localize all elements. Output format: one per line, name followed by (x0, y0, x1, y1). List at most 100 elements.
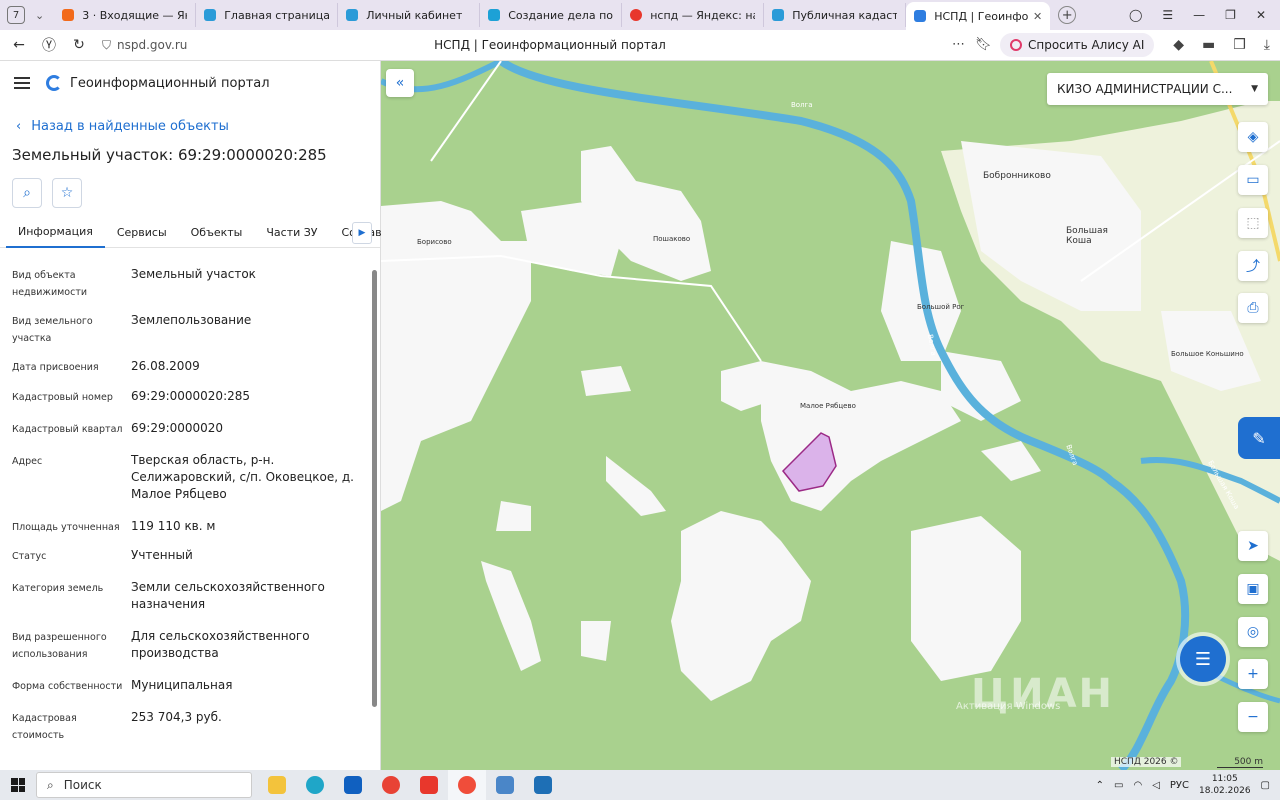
window-controls: ◯ ☰ — ❐ ✕ (1129, 0, 1280, 30)
wifi-icon[interactable]: ◠ (1133, 780, 1142, 791)
close-window-icon[interactable]: ✕ (1256, 8, 1266, 22)
nspd-icon (914, 10, 927, 22)
tabs-scroll-right-button[interactable]: ▶ (352, 222, 372, 244)
store-app[interactable] (524, 770, 562, 800)
action-buttons: ⌕ ☆ (12, 178, 380, 208)
alisa-icon (1010, 39, 1022, 51)
tab-objects[interactable]: Объекты (179, 218, 255, 248)
property-row: Площадь уточненная 119 110 кв. м (12, 519, 216, 533)
panel-tabs: Информация Сервисы Объекты Части ЗУ Сост… (0, 218, 382, 248)
browser-tab-active[interactable]: НСПД | Геоинформа✕ (906, 2, 1051, 30)
clock[interactable]: 11:05 18.02.2026 (1199, 773, 1251, 797)
notes-icon (496, 776, 514, 794)
chrome-app[interactable] (372, 770, 410, 800)
locate-on-map-button[interactable]: ⌕ (12, 178, 42, 208)
app-name: Геоинформационный портал (70, 75, 270, 91)
property-row: Вид разрешенного использования Для сельск… (12, 629, 310, 660)
tab-information[interactable]: Информация (6, 218, 105, 248)
map-view[interactable]: « КИЗО АДМИНИСТРАЦИИ С... ▼ ◈ ▭ ⬚ ⤴ ⎙ ✎ ➤… (381, 61, 1280, 770)
panel-header: Геоинформационный портал (0, 61, 380, 105)
tab-count-button[interactable]: 7 (7, 6, 25, 24)
browser-tab-bar: 7 ⌄ 3 · Входящие — Яндекс Главная страни… (0, 0, 1280, 30)
browser-tab[interactable]: Главная страница (196, 3, 339, 27)
new-tab-button[interactable]: + (1058, 6, 1077, 24)
start-button[interactable] (0, 778, 36, 792)
ask-alisa-button[interactable]: Спросить Алису AI (1000, 33, 1155, 57)
collections-icon[interactable]: ❒ (1233, 37, 1246, 53)
notes-app[interactable] (486, 770, 524, 800)
layers-button[interactable]: ◈ (1238, 122, 1268, 152)
panel-scrollbar[interactable] (370, 258, 378, 770)
print-icon: ⎙ (1247, 300, 1259, 316)
extensions: ◆ ▬ ❒ ⤓ (1173, 37, 1270, 53)
collapse-panel-button[interactable]: « (386, 69, 414, 97)
browser-tab[interactable]: Публичная кадастровая (764, 3, 907, 27)
chat-button[interactable]: ☰ (1180, 636, 1226, 682)
browser-tab[interactable]: нспд — Яндекс: нашлось (622, 3, 765, 27)
file-explorer-app[interactable] (258, 770, 296, 800)
navigation-arrow-icon: ➤ (1247, 538, 1259, 554)
page-title: НСПД | Геоинформационный портал (434, 38, 666, 52)
yandex-icon (630, 9, 643, 21)
hat-icon[interactable]: ▬ (1202, 37, 1215, 53)
yandex-browser-icon (458, 776, 476, 794)
browser-tab[interactable]: 3 · Входящие — Яндекс (54, 3, 197, 27)
maximize-icon[interactable]: ❐ (1225, 8, 1236, 22)
caret-down-icon: ▼ (1251, 84, 1258, 94)
taskbar-search[interactable]: ⌕ Поиск (36, 772, 252, 798)
language-indicator[interactable]: РУС (1170, 780, 1189, 791)
chevron-up-icon[interactable]: ⌃ (1096, 780, 1104, 791)
favorite-button[interactable]: ☆ (52, 178, 82, 208)
menu-icon[interactable]: ☰ (1162, 8, 1173, 22)
place-label: Большое Коньшино (1171, 350, 1244, 358)
properties-list: Вид объекта недвижимости Земельный участо… (0, 266, 368, 749)
outlook-app[interactable] (334, 770, 372, 800)
minimap-button[interactable]: ▣ (1238, 574, 1268, 604)
map-copyright: НСПД 2026 © (1111, 757, 1182, 767)
extension-icon[interactable]: ◆ (1173, 37, 1184, 53)
ruler-button[interactable]: ▭ (1238, 165, 1268, 195)
search-location-button[interactable]: ◎ (1238, 617, 1268, 647)
scrollbar-thumb[interactable] (372, 270, 377, 707)
edge-app[interactable] (296, 770, 334, 800)
notifications-icon[interactable]: ▢ (1261, 780, 1270, 791)
site-icon (346, 9, 359, 21)
browser-tab[interactable]: Создание дела по шаблону (480, 3, 623, 27)
address-bar: НСПД | Геоинформационный портал ← Ⓨ ↻ ⛉ n… (0, 30, 1280, 61)
portal-logo-icon (46, 75, 62, 91)
hamburger-menu-icon[interactable] (14, 77, 30, 89)
map-canvas (381, 61, 1280, 770)
yandex-browser-app[interactable] (448, 770, 486, 800)
place-label: Большой Рог (917, 303, 965, 311)
back-link[interactable]: ‹ Назад в найденные объекты (16, 119, 380, 134)
tab-list: 3 · Входящие — Яндекс Главная страница Л… (54, 0, 1051, 30)
yandex-icon (420, 776, 438, 794)
network-icon[interactable]: ▭ (1114, 780, 1123, 791)
property-row: Кадастровый квартал 69:29:0000020 (12, 421, 224, 435)
download-icon[interactable]: ⤓ (1264, 37, 1270, 53)
profile-icon[interactable]: ◯ (1129, 8, 1142, 22)
more-icon[interactable]: ⋯ (952, 37, 965, 52)
layer-select[interactable]: КИЗО АДМИНИСТРАЦИИ С... ▼ (1047, 73, 1268, 105)
map-search-icon: ⌕ (23, 185, 31, 201)
windows-icon (11, 778, 25, 792)
print-button[interactable]: ⎙ (1238, 293, 1268, 323)
minimize-icon[interactable]: — (1193, 8, 1205, 22)
chrome-icon (382, 776, 400, 794)
tab-services[interactable]: Сервисы (105, 218, 179, 248)
bookmark-icon[interactable]: 🔖︎ (975, 37, 992, 52)
share-button[interactable]: ⤴ (1238, 251, 1268, 281)
chevron-down-icon[interactable]: ⌄ (35, 9, 44, 22)
property-row: Кадастровый номер 69:29:0000020:285 (12, 389, 251, 403)
feedback-badge[interactable]: ✎ (1238, 417, 1280, 459)
system-tray: ⌃ ▭ ◠ ◁ РУС 11:05 18.02.2026 ▢ (1096, 770, 1270, 800)
volume-icon[interactable]: ◁ (1152, 780, 1160, 791)
close-tab-icon[interactable]: ✕ (1029, 10, 1042, 23)
geolocation-button[interactable]: ➤ (1238, 531, 1268, 561)
browser-tab[interactable]: Личный кабинет (338, 3, 481, 27)
chevron-right-icon: ▶ (358, 228, 366, 238)
zoom-in-button[interactable]: + (1238, 659, 1268, 689)
yandex-app[interactable] (410, 770, 448, 800)
select-area-button[interactable]: ⬚ (1238, 208, 1268, 238)
tab-parts[interactable]: Части ЗУ (254, 218, 329, 248)
